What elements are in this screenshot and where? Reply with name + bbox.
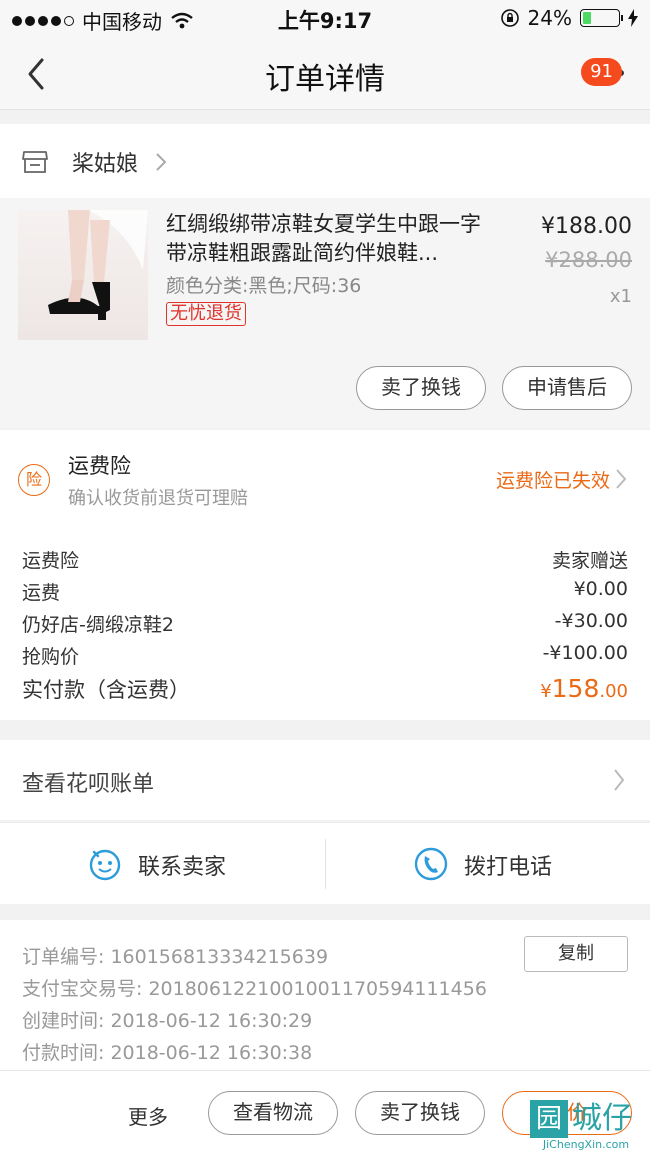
- view-logistics-button[interactable]: 查看物流: [208, 1091, 338, 1135]
- insurance-title: 运费险: [68, 454, 131, 478]
- watermark-url: JiChengXin.com: [542, 1138, 630, 1151]
- page-title: 订单详情: [265, 62, 385, 97]
- total-paid-label: 实付款（含运费）: [22, 678, 190, 702]
- goods-item[interactable]: 红绸缎绑带凉鞋女夏学生中跟一字带凉鞋粗跟露趾简约伴娘鞋... 颜色分类:黑色;尺…: [0, 198, 650, 428]
- fee-row: 运费 ¥0.00: [22, 578, 628, 606]
- product-spec: 颜色分类:黑色;尺码:36: [166, 275, 362, 297]
- battery-percent: 24%: [527, 6, 572, 30]
- call-phone-label[interactable]: 拨打电话: [464, 849, 552, 881]
- shop-name[interactable]: 桨姑娘: [72, 146, 138, 178]
- watermark-text: 城仔: [572, 1101, 632, 1136]
- product-title[interactable]: 红绸缎绑带凉鞋女夏学生中跟一字带凉鞋粗跟露趾简约伴娘鞋...: [166, 210, 496, 268]
- insurance-icon: 险: [18, 464, 50, 496]
- total-paid-row: 实付款（含运费） ¥158.00: [22, 674, 628, 708]
- fee-label: 运费: [22, 582, 61, 604]
- fee-value: -¥100.00: [542, 642, 628, 664]
- product-quantity: x1: [609, 286, 632, 307]
- chevron-right-icon: [614, 769, 625, 791]
- fee-label: 抢购价: [22, 646, 80, 668]
- order-number: 订单编号: 1601568133342156​39: [22, 946, 329, 968]
- product-price: ¥188.00: [541, 214, 632, 239]
- status-bar: 中国移动 上午9:17 24%: [0, 0, 650, 36]
- freight-insurance-section: 险 运费险 确认收货前退货可理赔 运费险已失效 运费险 卖家赠送 运费 ¥0.0…: [0, 430, 650, 720]
- bottom-action-bar: 更多 查看物流 卖了换钱 评价 园 城仔 JiChengXin.com: [0, 1070, 650, 1156]
- created-time: 创建时间: 2018-06-12 16:30:29: [22, 1010, 313, 1032]
- product-image[interactable]: [18, 210, 148, 340]
- contact-seller-label[interactable]: 联系卖家: [138, 849, 226, 881]
- sell-for-cash-button[interactable]: 卖了换钱: [356, 366, 486, 410]
- fee-label: 运费险: [22, 550, 80, 572]
- more-menu-button[interactable]: 91: [581, 58, 632, 90]
- huabei-bill-label[interactable]: 查看花呗账单: [22, 766, 154, 798]
- total-paid-amount: ¥158.00: [540, 674, 628, 703]
- watermark-logo: 园 城仔 JiChengXin.com: [530, 1100, 642, 1151]
- insurance-subtitle: 确认收货前退货可理赔: [68, 488, 248, 509]
- paid-time: 付款时间: 2018-06-12 16:30:38: [22, 1042, 313, 1064]
- alipay-trade-number: 支付宝交易号: 2018061221001001170594111456: [22, 978, 487, 1000]
- chevron-right-icon: [156, 153, 167, 171]
- return-guarantee-tag: 无忧退货: [166, 302, 246, 326]
- more-actions-link[interactable]: 更多: [128, 1101, 168, 1130]
- phone-icon: [414, 847, 448, 881]
- fee-label: 仍好店-绸缎凉鞋2: [22, 614, 174, 636]
- total-amount-decimal: .00: [599, 681, 628, 702]
- after-sale-button[interactable]: 申请售后: [502, 366, 632, 410]
- chat-bubble-icon: [89, 849, 121, 881]
- fee-value: -¥30.00: [554, 610, 628, 632]
- huabei-bill-row[interactable]: 查看花呗账单: [0, 740, 650, 820]
- fee-value: 卖家赠送: [551, 550, 628, 572]
- message-count-badge: 91: [581, 58, 622, 86]
- fee-row: 仍好店-绸缎凉鞋2 -¥30.00: [22, 610, 628, 638]
- insurance-status-link[interactable]: 运费险已失效: [496, 466, 610, 493]
- rotation-lock-icon: [500, 9, 519, 27]
- watermark-box: 园: [530, 1100, 568, 1138]
- battery-icon: [580, 9, 623, 27]
- charging-icon: [628, 9, 638, 27]
- call-phone-button[interactable]: 拨打电话: [326, 823, 650, 905]
- contact-seller-button[interactable]: 联系卖家: [0, 823, 325, 905]
- product-original-price: ¥288.00: [545, 248, 632, 272]
- total-amount-integer: 158: [551, 674, 600, 703]
- sell-for-cash-button[interactable]: 卖了换钱: [355, 1091, 485, 1135]
- nav-bar: 订单详情 91: [0, 36, 650, 110]
- fee-row: 运费险 卖家赠送: [22, 546, 628, 574]
- shop-header[interactable]: 桨姑娘: [0, 124, 650, 198]
- contact-bar: 联系卖家 拨打电话: [0, 822, 650, 904]
- fee-row: 抢购价 -¥100.00: [22, 642, 628, 670]
- currency-symbol: ¥: [540, 681, 552, 702]
- store-icon: [22, 151, 48, 173]
- copy-button[interactable]: 复制: [524, 936, 628, 972]
- order-info-section: 订单编号: 1601568133342156​39 支付宝交易号: 201806…: [0, 920, 650, 1070]
- status-right: 24%: [500, 6, 638, 30]
- chevron-right-icon[interactable]: [614, 468, 628, 490]
- fee-value: ¥0.00: [573, 578, 628, 600]
